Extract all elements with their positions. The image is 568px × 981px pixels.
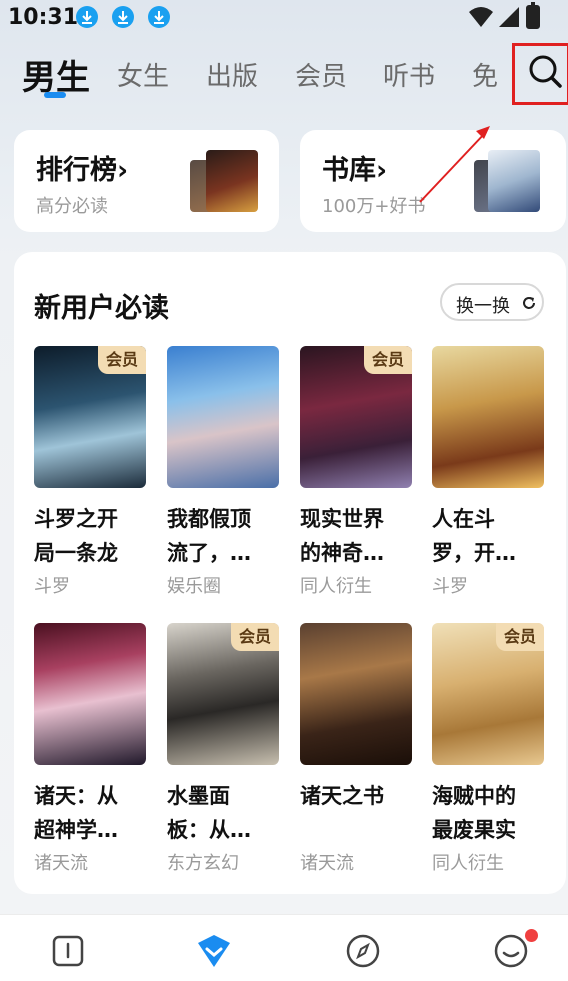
ranking-card-subtitle: 高分必读 [36,196,108,217]
library-card-title: 书库› [322,155,388,186]
notification-dot [525,929,538,942]
bookstore-icon[interactable] [194,931,234,971]
book-thumbnail [206,150,258,212]
bookshelf-icon[interactable] [48,931,88,971]
section-title: 新用户必读 [34,293,169,324]
vip-badge: 会员 [496,623,544,651]
battery-icon [526,2,540,29]
book-category: 斗罗 [432,576,468,597]
tab-female[interactable]: 女生 [117,56,169,93]
refresh-label: 换一换 [456,296,510,317]
refresh-icon [523,297,535,309]
book-title[interactable]: 诸天：从 超神学… [34,779,154,847]
book-category: 娱乐圈 [167,576,221,597]
ranking-card-title: 排行榜› [36,155,129,186]
vip-badge: 会员 [98,346,146,374]
book-cover[interactable] [167,346,279,488]
channel-tabs: 男生 女生 出版 会员 听书 免 [0,48,568,104]
wifi-icon [469,7,493,27]
tab-publish[interactable]: 出版 [206,56,258,93]
vip-badge: 会员 [231,623,279,651]
tab-audiobook[interactable]: 听书 [383,56,435,93]
download-icon [148,6,170,28]
book-category: 同人衍生 [432,853,504,874]
book-category: 同人衍生 [300,576,372,597]
book-category: 诸天流 [300,853,354,874]
book-title[interactable]: 海贼中的 最废果实 [432,779,552,847]
book-category: 斗罗 [34,576,70,597]
status-bar: 10:31 [0,0,568,36]
book-cover[interactable]: 会员 [300,346,412,488]
book-title[interactable]: 水墨面 板：从… [167,779,287,847]
library-card[interactable]: 书库› 100万+好书 [300,130,566,232]
ranking-card[interactable]: 排行榜› 高分必读 [14,130,279,232]
download-icon [112,6,134,28]
book-category: 诸天流 [34,853,88,874]
new-user-section: 新用户必读 换一换 会员 斗罗之开 局一条龙 斗罗 我都假顶 流了，… 娱乐圈 … [14,252,566,894]
book-title[interactable]: 诸天之书 [300,779,420,813]
tab-member[interactable]: 会员 [295,56,347,93]
signal-icon [499,7,519,27]
book-category: 东方玄幻 [167,853,239,874]
book-cover[interactable] [34,623,146,765]
book-cover[interactable]: 会员 [34,346,146,488]
refresh-button[interactable]: 换一换 [440,283,544,321]
book-title[interactable]: 现实世界 的神奇… [300,502,420,570]
download-icon [76,6,98,28]
library-card-subtitle: 100万+好书 [322,196,426,217]
discover-icon[interactable] [343,931,383,971]
book-cover[interactable]: 会员 [432,623,544,765]
vip-badge: 会员 [364,346,412,374]
book-cover[interactable]: 会员 [167,623,279,765]
book-title[interactable]: 斗罗之开 局一条龙 [34,502,154,570]
book-cover[interactable] [432,346,544,488]
book-title[interactable]: 人在斗 罗，开… [432,502,552,570]
book-title[interactable]: 我都假顶 流了，… [167,502,287,570]
book-cover[interactable] [300,623,412,765]
book-thumbnail [488,150,540,212]
status-time: 10:31 [8,5,79,30]
bottom-nav [0,914,568,981]
search-icon[interactable] [527,53,563,91]
tab-free[interactable]: 免 [472,56,498,93]
active-tab-indicator [44,92,66,98]
